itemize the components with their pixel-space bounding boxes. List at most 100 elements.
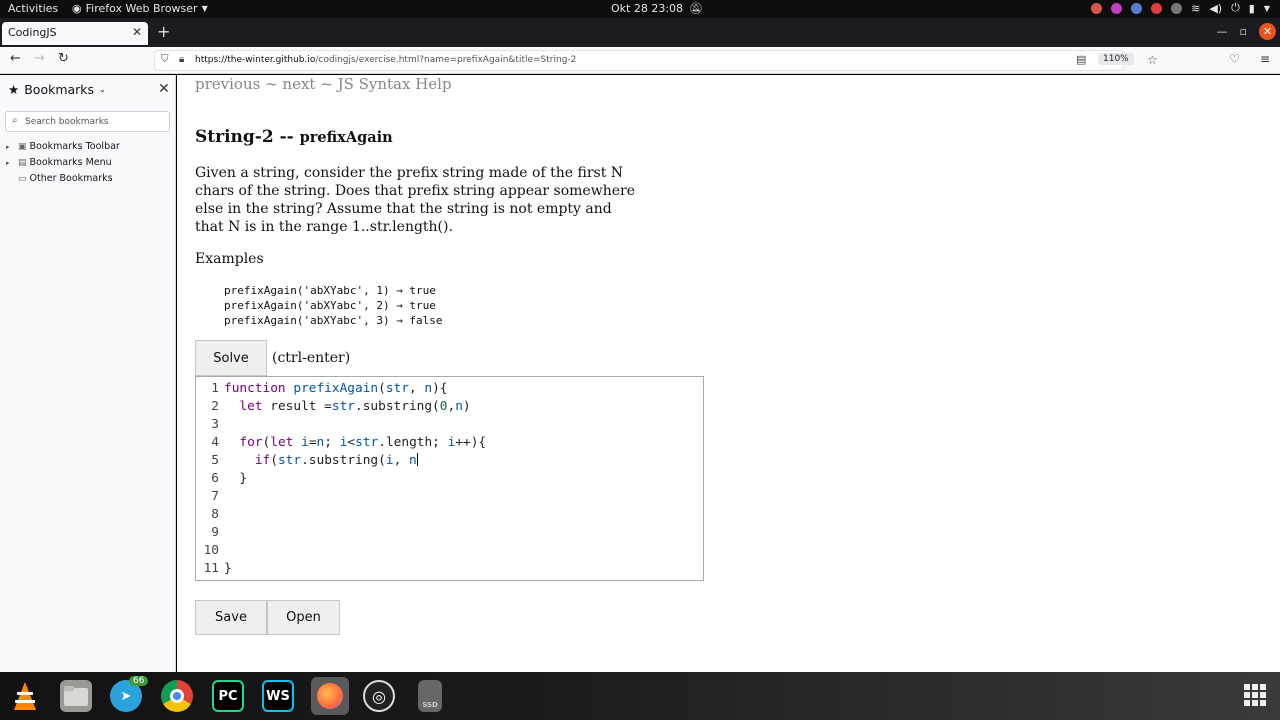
- url-path: /codingjs/exercise.html?name=prefixAgain…: [315, 55, 577, 65]
- solve-button[interactable]: Solve: [195, 340, 267, 376]
- code-editor[interactable]: 1 2 3 4 5 6 7 8 9 10 11 function prefixA…: [195, 376, 704, 581]
- activities-button[interactable]: Activities: [8, 2, 58, 15]
- chevron-down-icon[interactable]: ▼: [1264, 4, 1270, 13]
- clock[interactable]: Okt 28 23:08 🔕︎: [611, 2, 703, 15]
- zoom-level[interactable]: 110%: [1098, 53, 1134, 65]
- system-tray: ≋ ◀︎) ⏻ ▮ ▼: [1091, 1, 1270, 15]
- line-number: 1: [211, 381, 219, 396]
- maximize-icon[interactable]: ▫: [1240, 25, 1247, 38]
- code-line[interactable]: [224, 542, 486, 560]
- chevron-down-icon: ⌄: [99, 85, 106, 94]
- app-menu-label: Firefox Web Browser: [85, 2, 198, 15]
- url-text[interactable]: https://the-winter.github.io/codingjs/ex…: [195, 55, 576, 65]
- code-line[interactable]: [224, 524, 486, 542]
- firefox-icon: ◉: [72, 2, 82, 15]
- line-number: 5: [211, 453, 219, 468]
- toolbar-right: ♡ ≡: [1229, 52, 1270, 66]
- code-line[interactable]: [224, 488, 486, 506]
- tray-app-icon[interactable]: [1151, 2, 1163, 14]
- tab-codingjs[interactable]: CodingJS ✕: [2, 22, 148, 45]
- syntax-help-link[interactable]: JS Syntax Help: [338, 75, 452, 93]
- clock-label: Okt 28 23:08: [611, 2, 684, 15]
- code-line[interactable]: [224, 416, 486, 434]
- sidebar-item-bookmarks-menu[interactable]: ▸ ▤ Bookmarks Menu: [6, 157, 112, 168]
- ssd-drive-icon[interactable]: SSD: [418, 680, 442, 712]
- problem-description: Given a string, consider the prefix stri…: [195, 165, 635, 235]
- pocket-icon[interactable]: ♡: [1229, 52, 1240, 66]
- code-line[interactable]: }: [224, 470, 486, 488]
- open-button[interactable]: Open: [267, 600, 340, 635]
- nav-separator: ~: [260, 75, 283, 93]
- navigation-toolbar: ← → ↻ ⛉ 🔒︎ https://the-winter.github.io/…: [0, 47, 1280, 74]
- reader-view-icon[interactable]: ▤: [1076, 53, 1086, 66]
- battery-icon[interactable]: ▮: [1249, 2, 1255, 15]
- shield-icon[interactable]: ⛉: [161, 54, 169, 65]
- save-button[interactable]: Save: [195, 600, 267, 635]
- chrome-icon[interactable]: [161, 680, 193, 712]
- firefox-icon[interactable]: [311, 677, 349, 715]
- sidebar-title: Bookmarks: [24, 82, 95, 97]
- new-tab-icon[interactable]: +: [157, 22, 170, 41]
- show-applications-icon[interactable]: [1244, 684, 1266, 706]
- nav-separator: ~: [315, 75, 338, 93]
- line-number: 10: [203, 543, 219, 558]
- text-cursor: [416, 453, 418, 466]
- tray-app-icon[interactable]: [1131, 2, 1143, 14]
- code-line[interactable]: if(str.substring(i, n: [224, 452, 486, 470]
- line-number: 4: [211, 435, 219, 450]
- line-number: 9: [211, 525, 219, 540]
- volume-icon[interactable]: ◀︎): [1209, 2, 1222, 15]
- vlc-icon[interactable]: [9, 680, 41, 712]
- back-icon[interactable]: ←: [10, 51, 21, 66]
- menu-folder-icon: ▤: [18, 157, 27, 168]
- search-icon: ⌕: [12, 115, 18, 126]
- sidebar-header[interactable]: ★ Bookmarks ⌄: [8, 82, 106, 97]
- tray-app-icon[interactable]: [1111, 2, 1123, 14]
- tray-app-icon[interactable]: [1171, 2, 1183, 14]
- code-line[interactable]: for(let i=n; i<str.length; i++){: [224, 434, 486, 452]
- code-line[interactable]: function prefixAgain(str, n){: [224, 380, 486, 398]
- example-line: prefixAgain('abXYabc', 1) → true: [224, 284, 436, 297]
- next-link[interactable]: next: [282, 75, 315, 93]
- code-line[interactable]: let result =str.substring(0,n): [224, 398, 486, 416]
- lock-icon[interactable]: 🔒︎: [179, 54, 184, 65]
- chevron-down-icon: ▼: [201, 4, 208, 13]
- expand-icon[interactable]: ▸: [6, 159, 15, 167]
- line-number: 2: [211, 399, 219, 414]
- sidebar-item-label: Other Bookmarks: [29, 173, 113, 184]
- reload-icon[interactable]: ↻: [58, 51, 69, 66]
- line-number: 8: [211, 507, 219, 522]
- sidebar-item-other-bookmarks[interactable]: ▭ Other Bookmarks: [6, 173, 113, 184]
- code-content[interactable]: function prefixAgain(str, n){ let result…: [224, 380, 486, 578]
- bookmark-star-icon[interactable]: ☆: [1147, 53, 1158, 67]
- line-number: 6: [211, 471, 219, 486]
- url-bar[interactable]: ⛉ 🔒︎ https://the-winter.github.io/coding…: [154, 50, 1158, 71]
- dock: ➤ 66 PC WS ◎ SSD: [0, 672, 1280, 720]
- files-icon[interactable]: [60, 680, 92, 712]
- obs-icon[interactable]: ◎: [363, 680, 395, 712]
- expand-icon[interactable]: ▸: [6, 143, 15, 151]
- folder-icon: ▭: [18, 173, 27, 184]
- previous-link[interactable]: previous: [195, 75, 260, 93]
- close-window-icon[interactable]: ✕: [1259, 23, 1276, 40]
- forward-icon[interactable]: →: [34, 51, 45, 66]
- webstorm-icon[interactable]: WS: [262, 680, 294, 712]
- sidebar-item-bookmarks-toolbar[interactable]: ▸ ▣ Bookmarks Toolbar: [6, 141, 120, 152]
- example-line: prefixAgain('abXYabc', 2) → true: [224, 299, 436, 312]
- search-placeholder: Search bookmarks: [25, 117, 109, 127]
- power-icon[interactable]: ⏻: [1231, 1, 1240, 15]
- code-line[interactable]: }: [224, 560, 486, 578]
- tray-app-icon[interactable]: [1091, 2, 1103, 14]
- bookmarks-search-input[interactable]: ⌕ Search bookmarks: [5, 111, 170, 132]
- code-line[interactable]: [224, 506, 486, 524]
- close-tab-icon[interactable]: ✕: [132, 25, 142, 39]
- pycharm-icon[interactable]: PC: [212, 680, 244, 712]
- title-main: String-2 --: [195, 127, 300, 147]
- app-menu[interactable]: ◉ Firefox Web Browser ▼: [72, 2, 208, 15]
- line-number-gutter: 1 2 3 4 5 6 7 8 9 10 11: [196, 380, 219, 578]
- close-sidebar-icon[interactable]: ✕: [158, 81, 170, 97]
- minimize-icon[interactable]: —: [1217, 25, 1228, 38]
- star-icon: ★: [8, 82, 20, 97]
- menu-icon[interactable]: ≡: [1260, 52, 1270, 66]
- wifi-icon[interactable]: ≋: [1191, 2, 1200, 15]
